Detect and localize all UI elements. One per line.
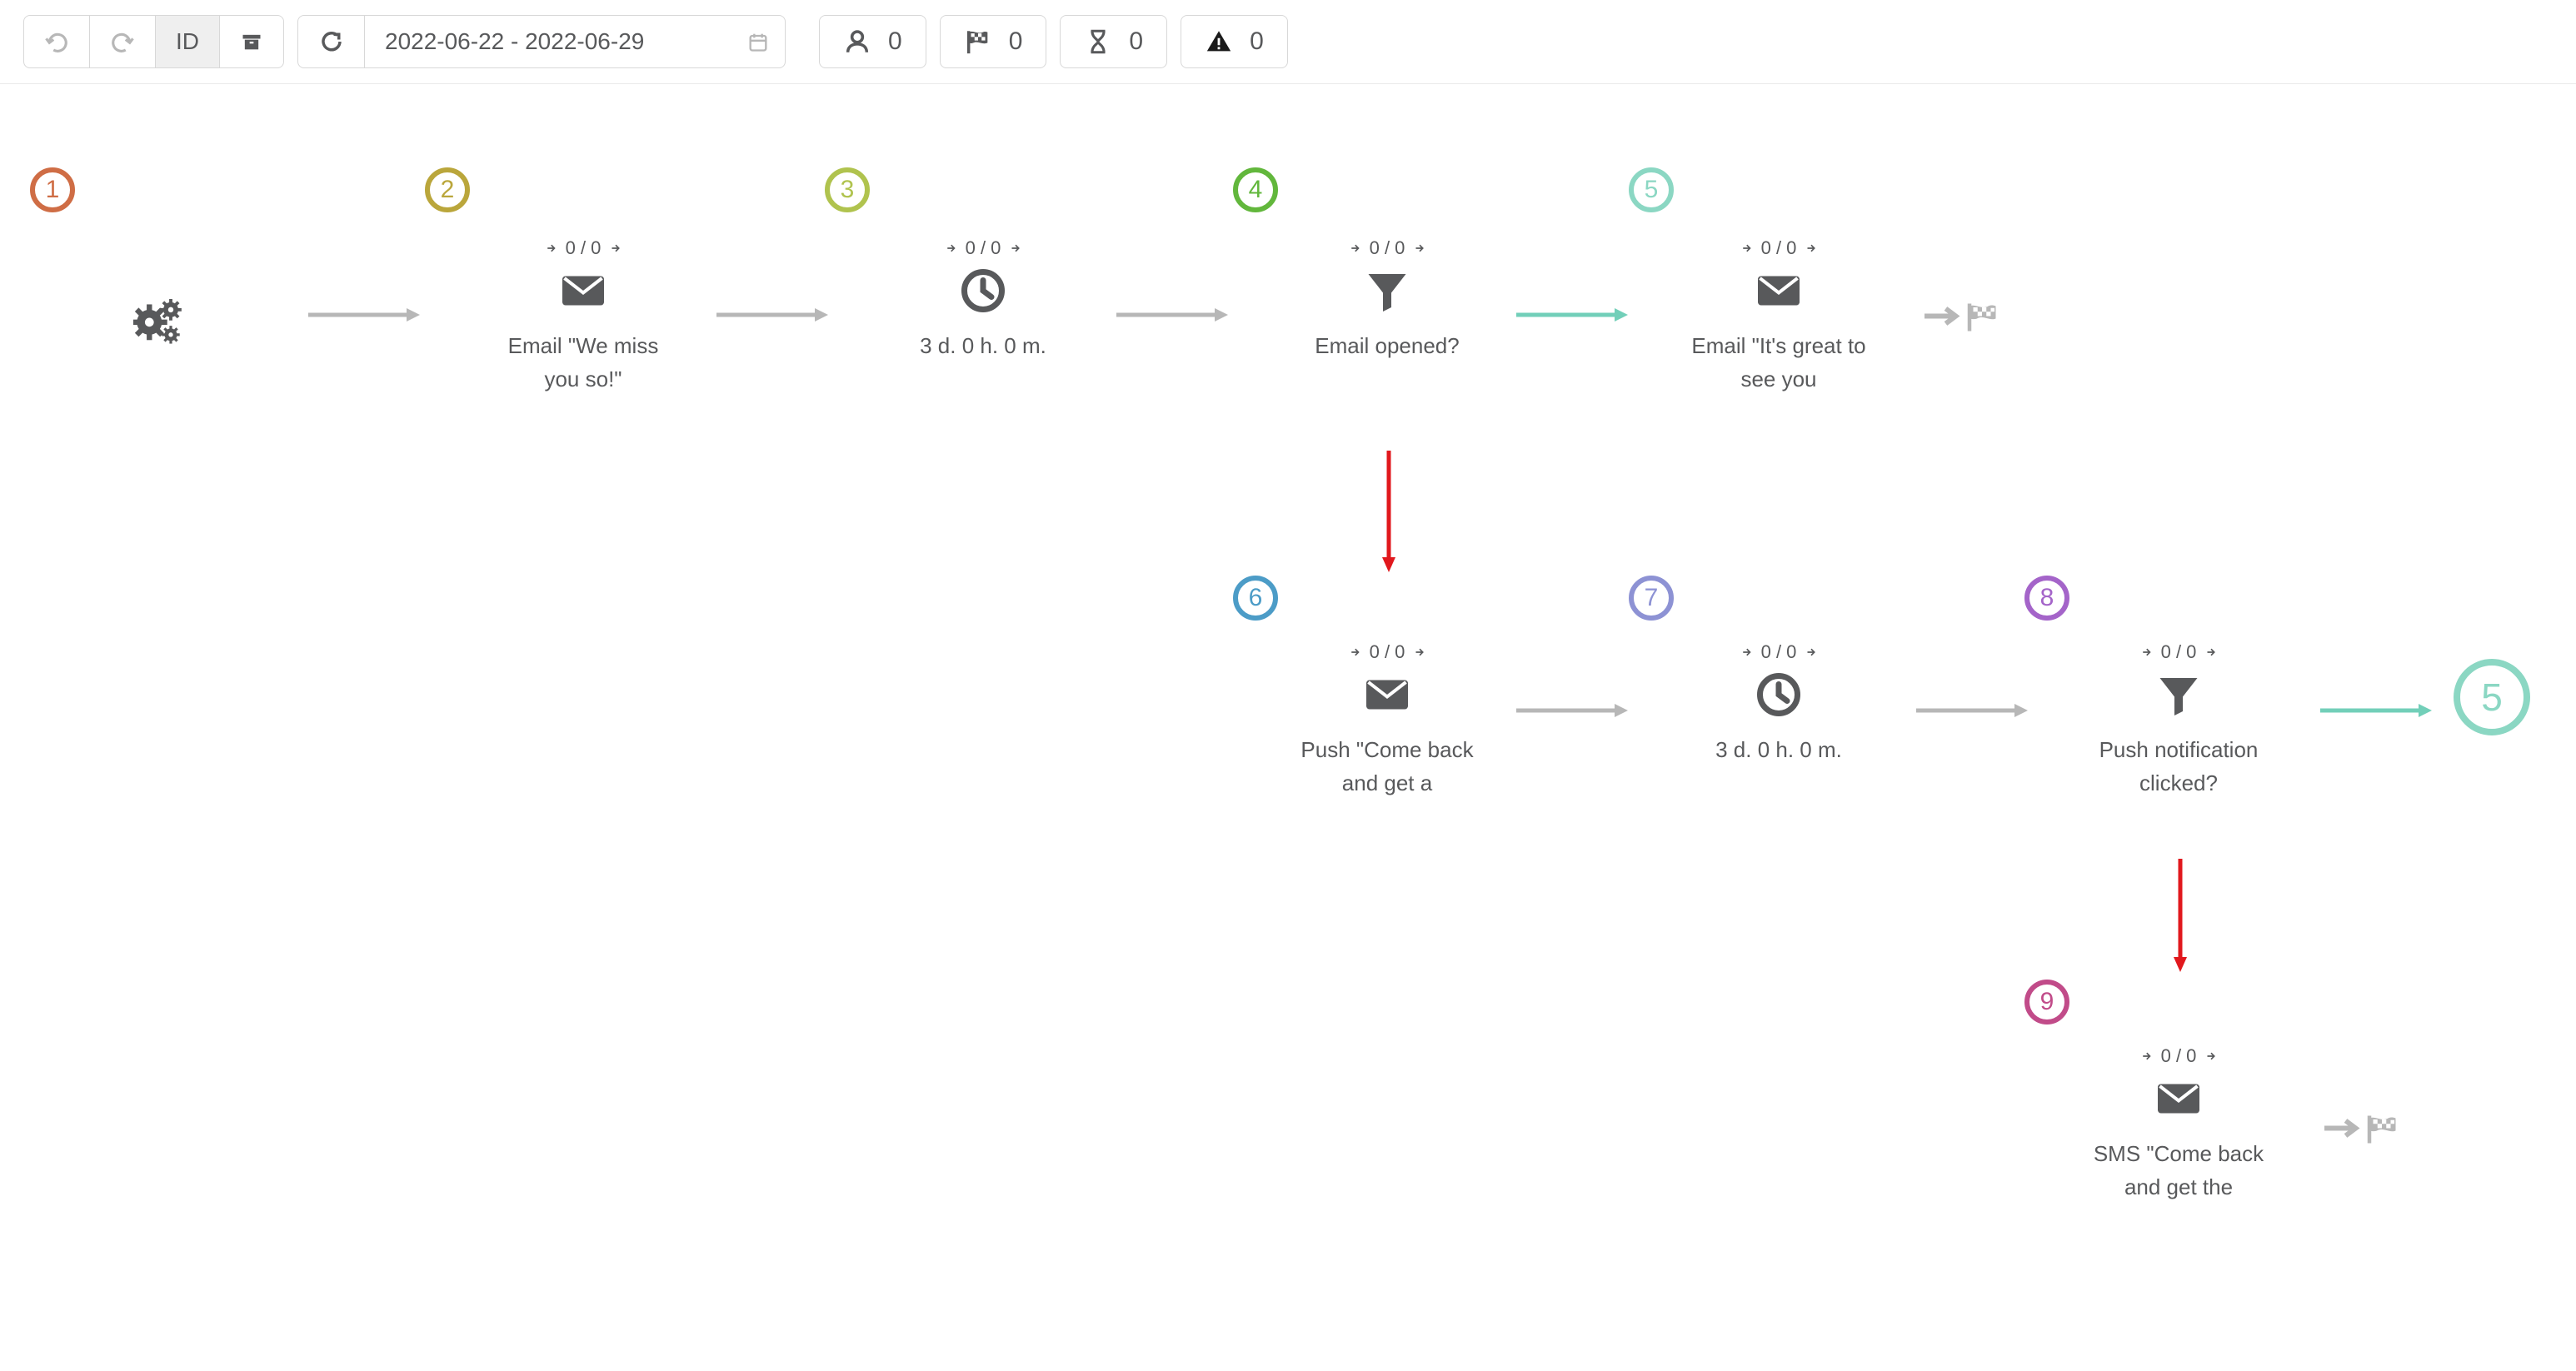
node-5[interactable]: 0 / 0 Email "It's great to see you [1679, 226, 1879, 396]
calendar-icon [746, 30, 770, 53]
node-2-stats: 0 / 0 [546, 237, 622, 259]
node-8-badge: 8 [2024, 576, 2069, 621]
refresh-button[interactable] [298, 16, 365, 67]
node-9-badge-wrap: 9 [2024, 980, 2069, 1025]
arrow-6-7 [1516, 700, 1633, 720]
node-3-stats: 0 / 0 [946, 237, 1021, 259]
node-4-label: Email opened? [1315, 329, 1459, 362]
flag-icon [964, 27, 992, 56]
date-range-group [297, 15, 786, 68]
node-7-badge: 7 [1629, 576, 1674, 621]
node-6-badge: 6 [1233, 576, 1278, 621]
arrow-4-6-no [1379, 451, 1399, 576]
stat-completed[interactable]: 0 [940, 15, 1047, 68]
node-7-label: 3 d. 0 h. 0 m. [1715, 733, 1842, 766]
arrow-3-4 [1116, 305, 1233, 325]
mail-icon [558, 266, 608, 316]
stat-pending[interactable]: 0 [1060, 15, 1167, 68]
arrow-4-5-yes [1516, 305, 1633, 325]
finish-flag-1 [1925, 297, 1999, 338]
node-8-stats: 0 / 0 [2141, 641, 2217, 663]
node-4-badge: 4 [1233, 167, 1278, 212]
node-1[interactable]: 1 [30, 167, 75, 212]
node-7[interactable]: 0 / 0 3 d. 0 h. 0 m. [1679, 630, 1879, 766]
node-2-badge: 2 [425, 167, 470, 212]
node-9-label: SMS "Come back and get the [2087, 1137, 2270, 1204]
node-8[interactable]: 0 / 0 Push notification clicked? [2079, 630, 2279, 800]
node-5-badge: 5 [1629, 167, 1674, 212]
workflow-canvas[interactable]: 1 2 0 / 0 Email "We miss you so!" 3 0 / … [0, 84, 2576, 1367]
clock-icon [1754, 670, 1804, 720]
refresh-icon [319, 29, 344, 54]
user-icon [843, 27, 871, 56]
node-5-badge-wrap: 5 [1629, 167, 1674, 212]
arrow-1-2 [308, 305, 425, 325]
node-1-badge: 1 [30, 167, 75, 212]
node-7-stats: 0 / 0 [1741, 641, 1817, 663]
node-6-badge-wrap: 6 [1233, 576, 1278, 621]
node-5-label: Email "It's great to see you [1687, 329, 1870, 396]
arrow-2-3 [716, 305, 833, 325]
node-2[interactable]: 0 / 0 Email "We miss you so!" [483, 226, 683, 396]
node-5-stats: 0 / 0 [1741, 237, 1817, 259]
gears-icon [133, 299, 183, 349]
node-8-label: Push notification clicked? [2087, 733, 2270, 800]
stat-errors[interactable]: 0 [1181, 15, 1288, 68]
node-4[interactable]: 0 / 0 Email opened? [1287, 226, 1487, 362]
node-7-badge-wrap: 7 [1629, 576, 1674, 621]
warning-icon [1205, 27, 1233, 56]
mail-icon [1362, 670, 1412, 720]
clock-icon [958, 266, 1008, 316]
node-4-stats: 0 / 0 [1350, 237, 1425, 259]
undo-button[interactable] [23, 15, 90, 68]
node-6[interactable]: 0 / 0 Push "Come back and get a [1287, 630, 1487, 800]
node-1-icon-wrap[interactable] [133, 292, 183, 349]
funnel-icon [1362, 266, 1412, 316]
arrow-7-8 [1916, 700, 2033, 720]
finish-flag-2 [2324, 1109, 2399, 1150]
stat-errors-value: 0 [1250, 27, 1264, 56]
calendar-button[interactable] [731, 16, 785, 67]
funnel-icon [2154, 670, 2204, 720]
hourglass-icon [1084, 27, 1112, 56]
node-9-stats: 0 / 0 [2141, 1045, 2217, 1067]
node-5-ref-badge: 5 [2454, 659, 2530, 735]
arrow-8-5ref-yes [2320, 700, 2437, 720]
stat-users-value: 0 [888, 27, 902, 56]
id-button[interactable]: ID [155, 15, 220, 68]
node-3-badge-wrap: 3 [825, 167, 870, 212]
id-button-label: ID [176, 28, 199, 55]
redo-button[interactable] [89, 15, 156, 68]
node-8-badge-wrap: 8 [2024, 576, 2069, 621]
node-2-label: Email "We miss you so!" [492, 329, 675, 396]
node-9-badge: 9 [2024, 980, 2069, 1025]
node-5-ref[interactable]: 5 [2454, 659, 2530, 735]
toolbar: ID 0 0 0 0 [0, 0, 2576, 84]
mail-icon [2154, 1074, 2204, 1124]
node-6-label: Push "Come back and get a [1295, 733, 1479, 800]
node-3-badge: 3 [825, 167, 870, 212]
node-9[interactable]: 0 / 0 SMS "Come back and get the [2070, 1034, 2287, 1204]
redo-icon [110, 29, 135, 54]
archive-button[interactable] [219, 15, 284, 68]
mail-icon [1754, 266, 1804, 316]
stat-users[interactable]: 0 [819, 15, 926, 68]
undo-icon [44, 29, 69, 54]
history-group: ID [23, 15, 284, 68]
node-6-stats: 0 / 0 [1350, 641, 1425, 663]
archive-icon [240, 30, 263, 53]
stat-pending-value: 0 [1129, 27, 1143, 56]
stat-completed-value: 0 [1009, 27, 1023, 56]
node-2-badge-wrap: 2 [425, 167, 470, 212]
node-3-label: 3 d. 0 h. 0 m. [920, 329, 1046, 362]
date-range-input[interactable] [365, 16, 731, 67]
arrow-8-9-no [2170, 859, 2190, 975]
node-4-badge-wrap: 4 [1233, 167, 1278, 212]
node-3[interactable]: 0 / 0 3 d. 0 h. 0 m. [883, 226, 1083, 362]
